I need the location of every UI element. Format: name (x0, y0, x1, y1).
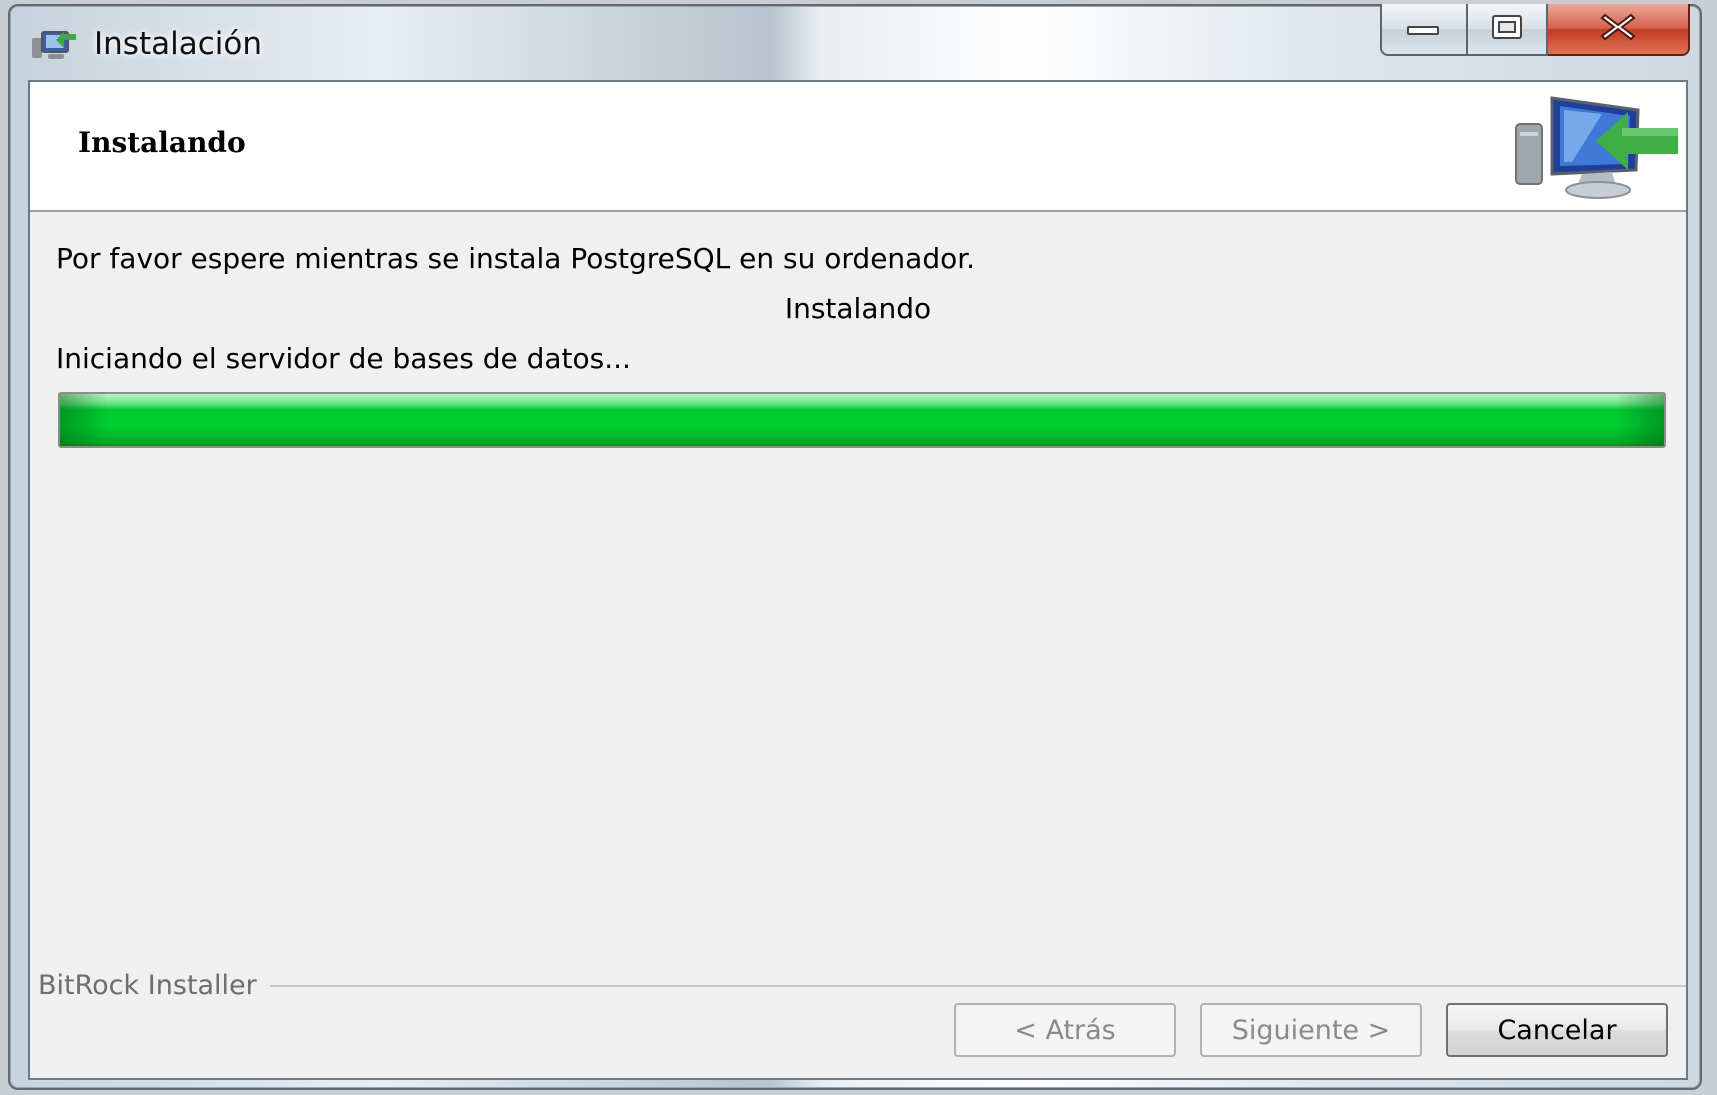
minimize-button[interactable] (1380, 4, 1468, 56)
title-bar[interactable]: Instalación (10, 4, 1700, 80)
close-button[interactable] (1548, 4, 1690, 56)
installer-window: Instalación Instalando Por favor espere … (8, 4, 1702, 1090)
cancel-button[interactable]: Cancelar (1446, 1003, 1668, 1057)
next-button[interactable]: Siguiente > (1200, 1003, 1422, 1057)
install-message: Por favor espere mientras se instala Pos… (56, 242, 976, 275)
window-title: Instalación (94, 26, 262, 62)
close-icon (1599, 12, 1637, 46)
progress-fill (60, 394, 1664, 446)
back-button[interactable]: < Atrás (954, 1003, 1176, 1057)
computer-install-arrow-icon (1512, 92, 1682, 202)
dialog-client-area: Instalando Por favor espere mientras se … (28, 80, 1688, 1080)
page-title: Instalando (78, 126, 246, 159)
window-controls (1380, 4, 1690, 56)
status-text: Instalando (784, 292, 932, 325)
install-progress-bar (58, 392, 1666, 448)
current-step-text: Iniciando el servidor de bases de datos.… (56, 342, 631, 375)
installer-app-icon (30, 28, 78, 62)
maximize-button[interactable] (1468, 4, 1548, 56)
footer-divider (270, 985, 1686, 987)
brand-label: BitRock Installer (38, 970, 263, 1001)
minimize-icon (1406, 17, 1442, 41)
maximize-icon (1490, 13, 1524, 45)
dialog-header: Instalando (30, 82, 1686, 212)
